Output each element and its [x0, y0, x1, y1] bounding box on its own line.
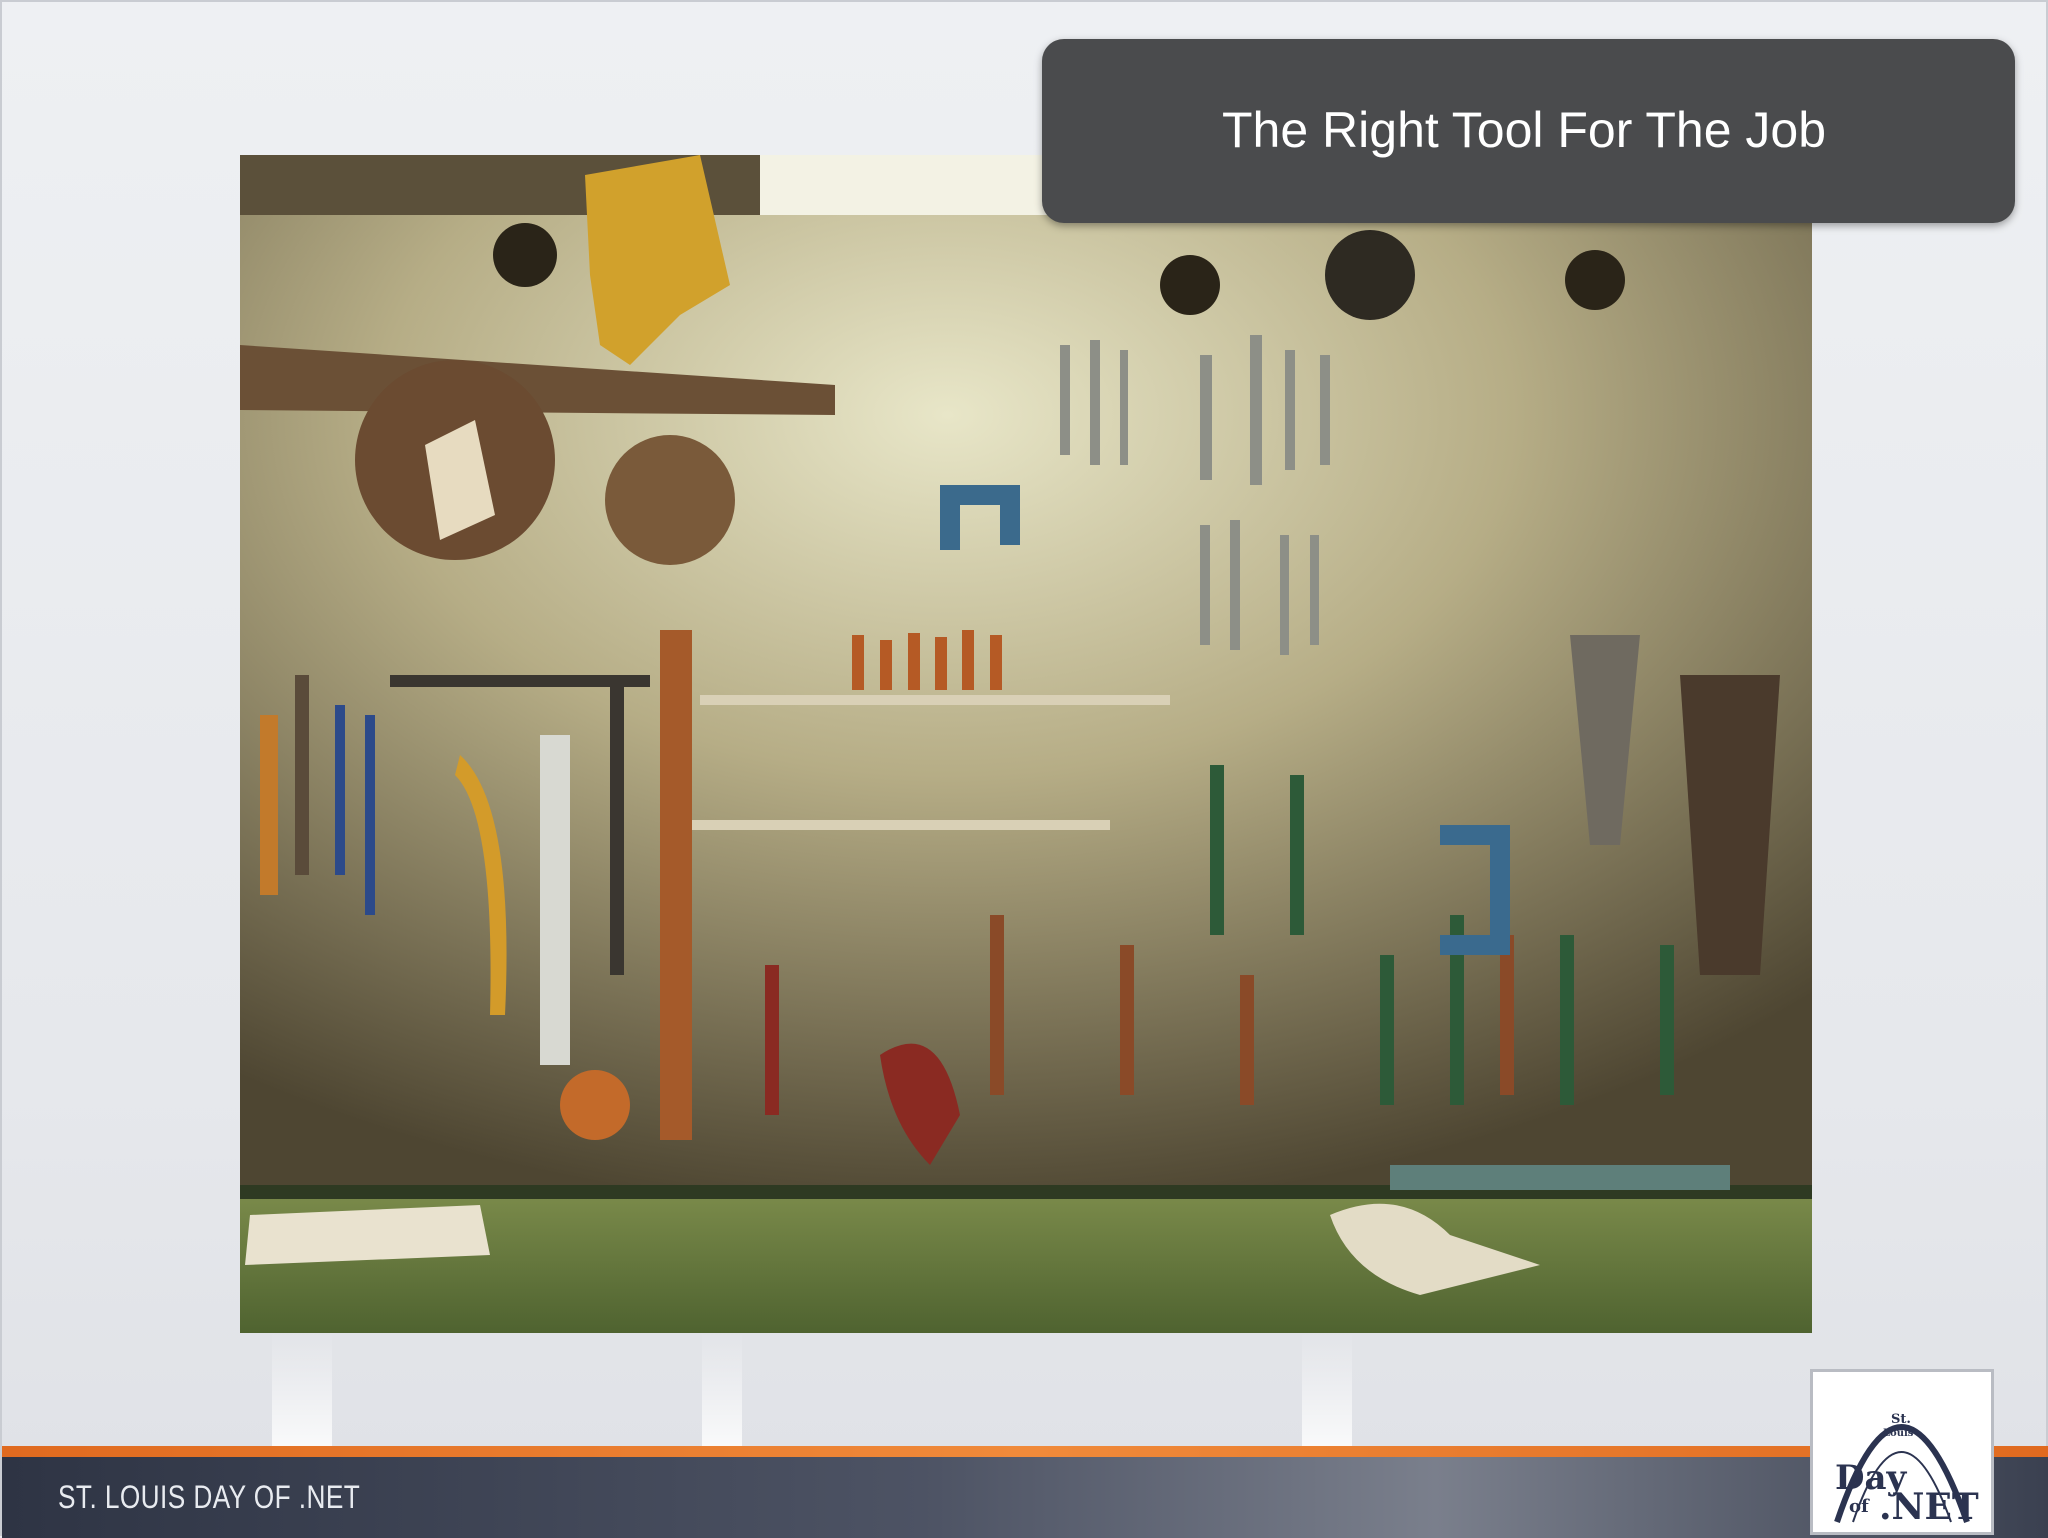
slide-title: The Right Tool For The Job	[1222, 102, 1827, 158]
footer-bar: ST. LOUIS DAY OF .NET	[2, 1457, 2048, 1538]
logo-st: St.	[1891, 1412, 1911, 1427]
logo-louis: Louis	[1883, 1428, 1914, 1439]
slide: The Right Tool For The Job ST. LOUIS DAY…	[0, 0, 2048, 1538]
background-streak	[702, 1332, 742, 1452]
logo-net: .NET	[1879, 1486, 1979, 1528]
background-streak	[1302, 1332, 1352, 1452]
logo-of: of	[1849, 1496, 1869, 1517]
tool-wall-photo	[240, 155, 1812, 1333]
background-streak	[272, 1332, 332, 1452]
footer-event-name: ST. LOUIS DAY OF .NET	[58, 1479, 361, 1515]
title-box: The Right Tool For The Job	[1042, 39, 2015, 223]
photo-illustration	[240, 155, 1812, 1333]
event-logo: St. Louis Day of .NET	[1810, 1369, 1994, 1535]
footer-accent-stripe	[2, 1446, 2048, 1457]
